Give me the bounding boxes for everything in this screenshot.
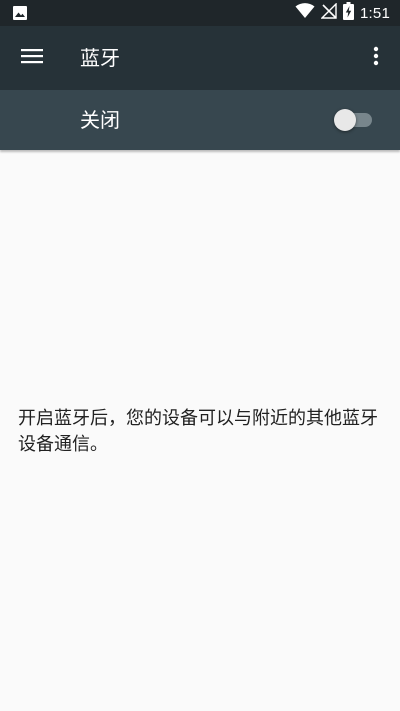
hamburger-menu-icon [21,48,43,68]
more-options-button[interactable] [356,36,396,80]
bluetooth-switch-label: 关闭 [80,108,120,132]
status-bar: 1:51 [0,0,400,26]
no-signal-icon [320,2,337,23]
app-bar: 蓝牙 [0,26,400,90]
status-time: 1:51 [360,4,390,22]
bluetooth-info-text: 开启蓝牙后，您的设备可以与附近的其他蓝牙设备通信。 [18,408,378,455]
bluetooth-toggle[interactable] [334,108,374,132]
battery-charging-icon [343,2,354,24]
page-title: 蓝牙 [80,46,120,70]
bluetooth-switch-bar[interactable]: 关闭 [0,90,400,150]
more-vert-icon [373,46,379,70]
menu-button[interactable] [10,36,54,80]
image-icon [12,5,28,21]
wifi-icon [295,3,315,23]
toggle-thumb [334,109,356,131]
